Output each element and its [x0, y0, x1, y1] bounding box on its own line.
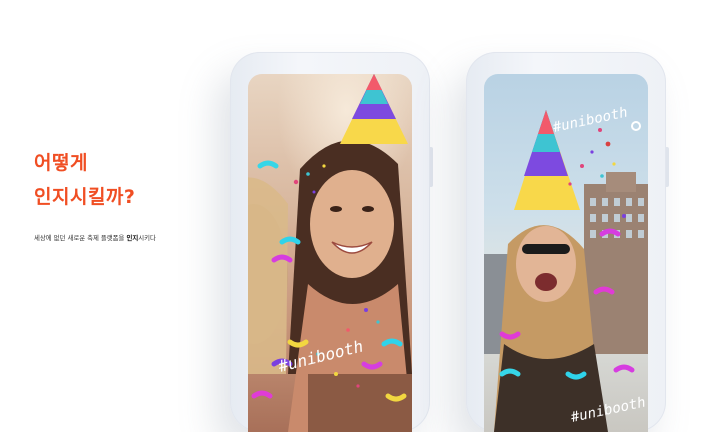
person-face: [310, 170, 394, 278]
phone-mockup-2: #unibooth #unibooth: [466, 52, 669, 432]
headline: 어떻게 인지시킬까?: [34, 146, 135, 214]
ar-filter-photo-2: #unibooth #unibooth: [484, 104, 648, 432]
headline-line-2: 인지시킬까?: [34, 186, 136, 208]
person-top: [308, 374, 412, 432]
phone-screen-2: #unibooth #unibooth: [484, 74, 648, 432]
phone-mockup-1: #unibooth: [230, 52, 433, 432]
subtitle-text: 세상에 없던 새로운 축제 플랫폼을: [34, 234, 127, 242]
sunglasses-icon: [522, 244, 570, 254]
person-eye-right: [362, 206, 374, 212]
person-eye-left: [330, 206, 342, 212]
phone-screen-1: #unibooth: [248, 74, 412, 432]
subtitle-text-end: 시키다: [138, 234, 156, 242]
hashtag-sticker: #unibooth: [551, 104, 630, 136]
subtitle-bold: 인지: [126, 234, 139, 242]
party-hat-icon: [340, 74, 408, 144]
subtitle: 세상에 없던 새로운 축제 플랫폼을 인지시키다: [34, 233, 156, 242]
person-mouth: [535, 273, 557, 291]
headline-line-1: 어떻게: [34, 152, 88, 174]
background-person-hair: [248, 177, 288, 374]
ar-filter-photo-1: #unibooth: [248, 74, 412, 432]
